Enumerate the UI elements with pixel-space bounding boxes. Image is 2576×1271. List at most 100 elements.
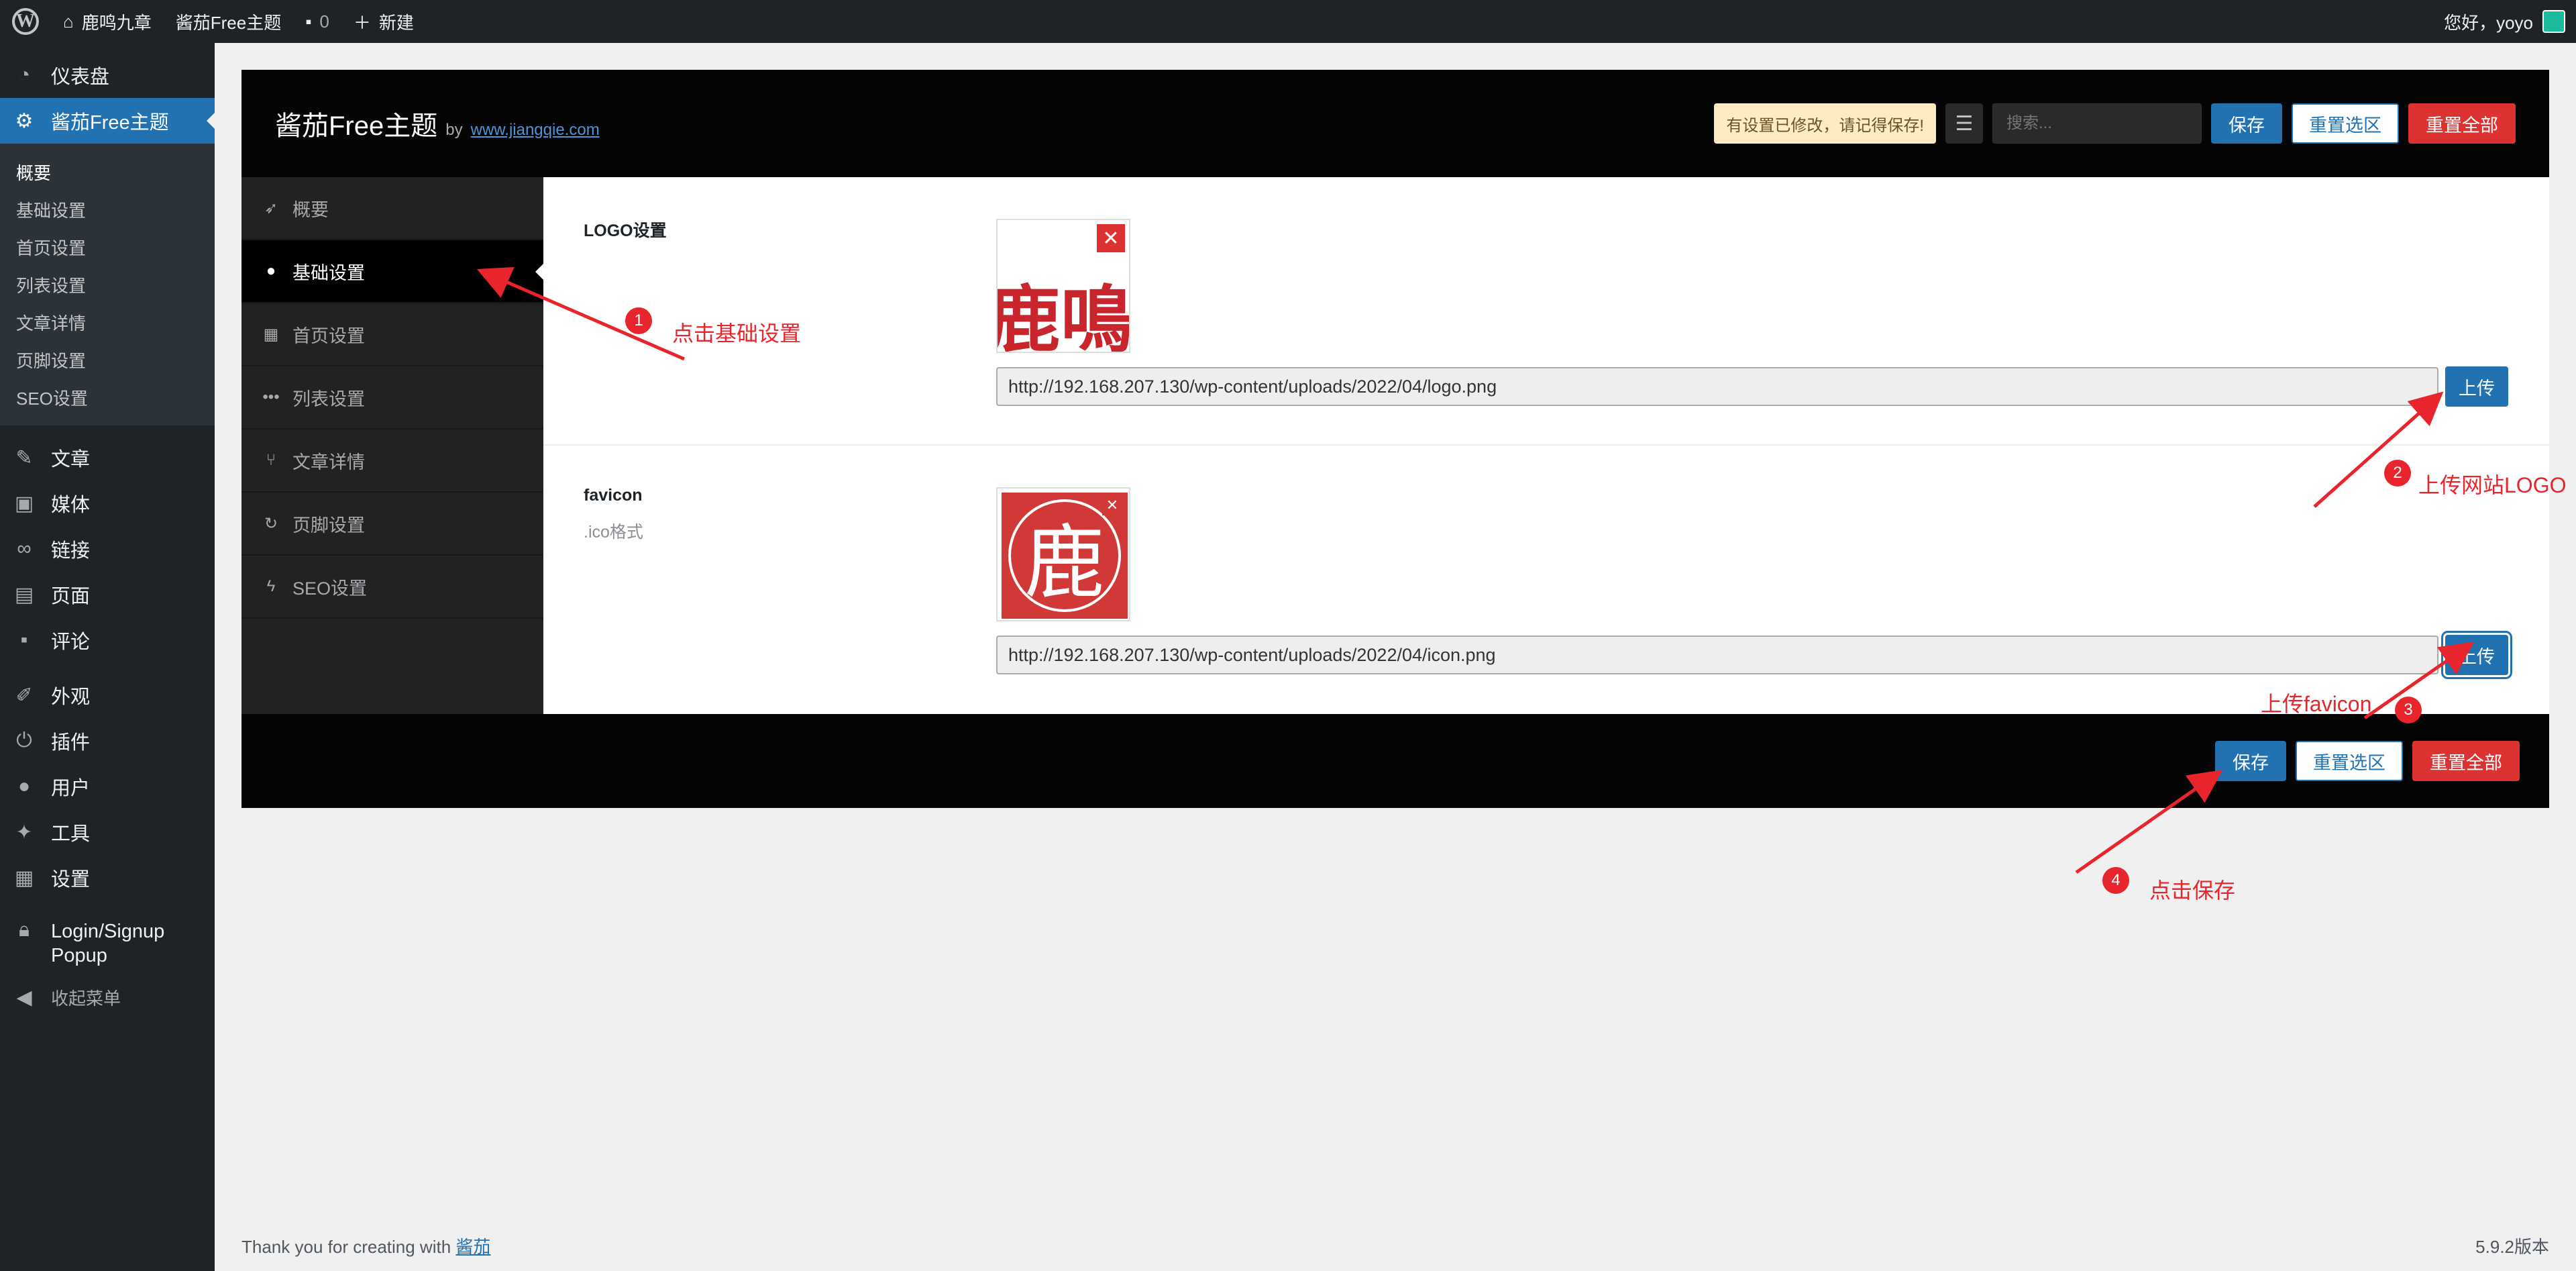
sidebar-item-links[interactable]: ∞ 链接 (0, 526, 215, 572)
footer-save-button[interactable]: 保存 (2215, 741, 2286, 781)
avatar[interactable] (2542, 10, 2565, 33)
wordpress-menu[interactable]: W (0, 0, 51, 43)
theme-menu-label: 酱茄Free主题 (175, 12, 282, 33)
settings-icon: ▦ (14, 866, 34, 889)
panel-title: 酱茄Free主题 by www.jiangqie.com (275, 104, 600, 143)
comments-link[interactable]: ▪ 0 (293, 0, 341, 43)
annotation-2-number: 2 (2384, 460, 2411, 487)
tab-basic[interactable]: ● 基础设置 (241, 240, 543, 303)
sidebar-item-theme[interactable]: ⚙ 酱茄Free主题 (0, 98, 215, 144)
submenu-item-overview[interactable]: 概要 (0, 153, 215, 191)
favicon-label: favicon (584, 486, 643, 505)
sidebar-item-comments[interactable]: ▪ 评论 (0, 617, 215, 663)
submenu-item-home[interactable]: 首页设置 (0, 228, 215, 266)
panel-body: ➶ 概要 ● 基础设置 ▦ 首页设置 ••• 列表设置 ⑂ 文章详情 ↻ 页脚设… (241, 177, 2549, 714)
footer-link[interactable]: 酱茄 (455, 1237, 490, 1257)
tab-article[interactable]: ⑂ 文章详情 (241, 429, 543, 493)
tab-label: 文章详情 (292, 452, 365, 472)
theme-menu-link[interactable]: 酱茄Free主题 (164, 0, 293, 43)
favicon-url-input[interactable] (996, 636, 2438, 674)
submenu-item-seo[interactable]: SEO设置 (0, 378, 215, 416)
sidebar-item-label: Login/Signup Popup (51, 921, 165, 966)
tab-label: 概要 (292, 199, 329, 220)
sidebar-item-label: 设置 (51, 869, 91, 891)
refresh-icon: ↻ (264, 514, 278, 533)
annotation-1-number: 1 (625, 307, 652, 334)
footer-reset-all-button[interactable]: 重置全部 (2412, 741, 2520, 781)
sidebar-item-pages[interactable]: ▤ 页面 (0, 572, 215, 617)
logo-url-row: 上传 (996, 366, 2509, 407)
sidebar-item-dashboard[interactable]: ◔ 仪表盘 (0, 52, 215, 98)
theme-site-link[interactable]: www.jiangqie.com (471, 121, 600, 140)
annotation-3-text: 上传favicon (2261, 692, 2372, 716)
sidebar-item-media[interactable]: ▣ 媒体 (0, 480, 215, 526)
sidebar-item-login-popup[interactable]: 🔒︎ Login/Signup Popup (0, 910, 215, 974)
panel-title-text: 酱茄Free主题 (275, 111, 438, 141)
account-menu[interactable]: 您好，yoyo (2444, 9, 2576, 34)
lock-icon: 🔒︎ (19, 919, 30, 941)
annotation-4-text: 点击保存 (2149, 878, 2236, 903)
sidebar-item-users[interactable]: ● 用户 (0, 764, 215, 809)
pin-icon: ✎ (15, 446, 33, 469)
wrench-icon: ✦ (15, 821, 33, 844)
map-pin-icon: ● (266, 262, 276, 280)
site-name-link[interactable]: ⌂ 鹿鸣九章 (51, 0, 164, 43)
submenu-item-footer[interactable]: 页脚设置 (0, 341, 215, 378)
upload-favicon-button[interactable]: 上传 (2445, 635, 2508, 675)
tab-list[interactable]: ••• 列表设置 (241, 366, 543, 429)
tab-home[interactable]: ▦ 首页设置 (241, 303, 543, 366)
collapse-menu-button[interactable]: ◀ 收起菜单 (0, 974, 215, 1020)
wp-version: 5.9.2版本 (2475, 1237, 2549, 1257)
annotation-3-number: 3 (2395, 697, 2422, 723)
upload-logo-button[interactable]: 上传 (2445, 366, 2508, 407)
comment-icon: ▪ (305, 11, 312, 32)
favicon-url-row: 上传 (996, 635, 2509, 675)
plus-icon: ＋ (353, 12, 371, 33)
sidebar-item-appearance[interactable]: ✐ 外观 (0, 672, 215, 718)
theme-options-panel: 酱茄Free主题 by www.jiangqie.com 有设置已修改，请记得保… (241, 70, 2549, 808)
sidebar-item-plugins[interactable]: ⏻ 插件 (0, 718, 215, 764)
reset-all-button[interactable]: 重置全部 (2408, 103, 2516, 144)
footer-reset-section-button[interactable]: 重置选区 (2296, 741, 2403, 781)
gear-icon: ⚙ (15, 109, 34, 132)
header-actions: 有设置已修改，请记得保存! ☰ 保存 重置选区 重置全部 (1714, 103, 2516, 144)
tab-label: 页脚设置 (292, 515, 365, 536)
submenu-item-list[interactable]: 列表设置 (0, 266, 215, 303)
logo-label: LOGO设置 (584, 221, 667, 240)
favicon-control: ✕ 鹿 上传 (996, 446, 2549, 713)
favicon-sub-label: .ico格式 (584, 523, 643, 542)
tab-overview[interactable]: ➶ 概要 (241, 177, 543, 240)
tab-seo[interactable]: ϟ SEO设置 (241, 556, 543, 619)
sidebar-item-label: 页面 (51, 586, 91, 607)
search-input[interactable] (1992, 103, 2202, 144)
remove-logo-close-icon[interactable]: ✕ (1097, 224, 1125, 252)
settings-content: LOGO设置 ✕ 鹿鳴九 上传 favicon .ico格式 (543, 177, 2549, 714)
media-icon: ▣ (14, 492, 34, 515)
dashboard-icon: ◔ (17, 64, 31, 86)
tab-footer[interactable]: ↻ 页脚设置 (241, 493, 543, 556)
rocket-icon: ➶ (264, 199, 278, 217)
submenu-item-basic[interactable]: 基础设置 (0, 191, 215, 228)
unsaved-notice: 有设置已修改，请记得保存! (1714, 103, 1936, 144)
sidebar-item-label: 酱茄Free主题 (51, 112, 169, 134)
sidebar-item-posts[interactable]: ✎ 文章 (0, 435, 215, 480)
logo-url-input[interactable] (996, 367, 2438, 406)
sidebar-item-tools[interactable]: ✦ 工具 (0, 809, 215, 855)
link-icon: ∞ (17, 538, 32, 560)
save-button[interactable]: 保存 (2211, 103, 2282, 144)
sidebar-item-label: 链接 (51, 540, 91, 562)
new-label: 新建 (378, 12, 414, 33)
home-icon: ⌂ (63, 11, 74, 32)
dots-icon: ••• (262, 388, 280, 406)
theme-submenu: 概要 基础设置 首页设置 列表设置 文章详情 页脚设置 SEO设置 (0, 144, 215, 425)
sidebar-item-settings[interactable]: ▦ 设置 (0, 855, 215, 901)
new-content-link[interactable]: ＋ 新建 (341, 0, 426, 43)
expand-all-button[interactable]: ☰ (1945, 103, 1983, 144)
tab-label: 基础设置 (292, 262, 365, 283)
reset-section-button[interactable]: 重置选区 (2292, 103, 2399, 144)
submenu-item-article[interactable]: 文章详情 (0, 303, 215, 341)
logo-image: 鹿鳴九 (998, 278, 1130, 353)
wordpress-logo-icon[interactable]: W (12, 8, 39, 35)
admin-bar: W ⌂ 鹿鸣九章 酱茄Free主题 ▪ 0 ＋ 新建 您好，yoyo (0, 0, 2576, 43)
remove-favicon-close-icon[interactable]: ✕ (1102, 495, 1122, 515)
